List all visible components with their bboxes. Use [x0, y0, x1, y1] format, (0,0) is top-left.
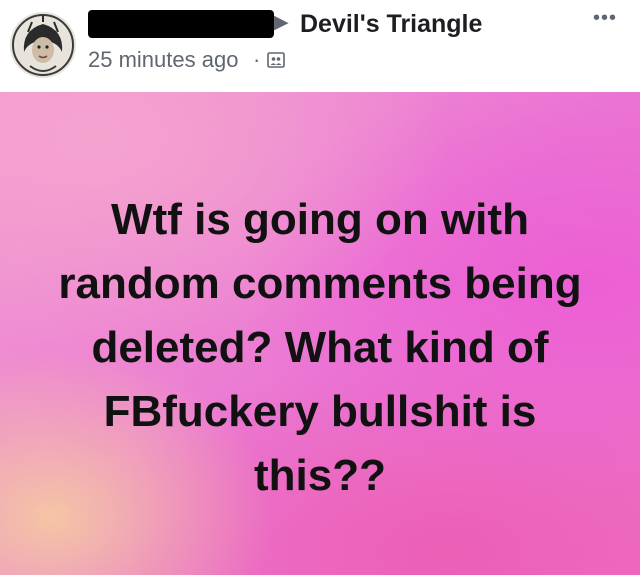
more-options-button[interactable]: •••	[588, 6, 622, 30]
separator-dot: ·	[253, 47, 261, 72]
post-header: ▶ Devil's Triangle 25 minutes ago · •••	[0, 0, 640, 92]
avatar-image	[10, 12, 76, 78]
group-name-link[interactable]: Devil's Triangle	[300, 10, 482, 38]
arrow-right-icon: ▶	[274, 12, 289, 33]
colored-status-background: Wtf is going on with random comments bei…	[0, 92, 640, 575]
facebook-post: ▶ Devil's Triangle 25 minutes ago · ••• …	[0, 0, 640, 575]
post-timestamp[interactable]: 25 minutes ago	[88, 47, 238, 73]
status-text: Wtf is going on with random comments bei…	[58, 195, 582, 500]
group-audience-icon[interactable]	[266, 50, 286, 70]
author-avatar[interactable]	[10, 12, 76, 78]
redacted-author-name	[88, 10, 274, 38]
